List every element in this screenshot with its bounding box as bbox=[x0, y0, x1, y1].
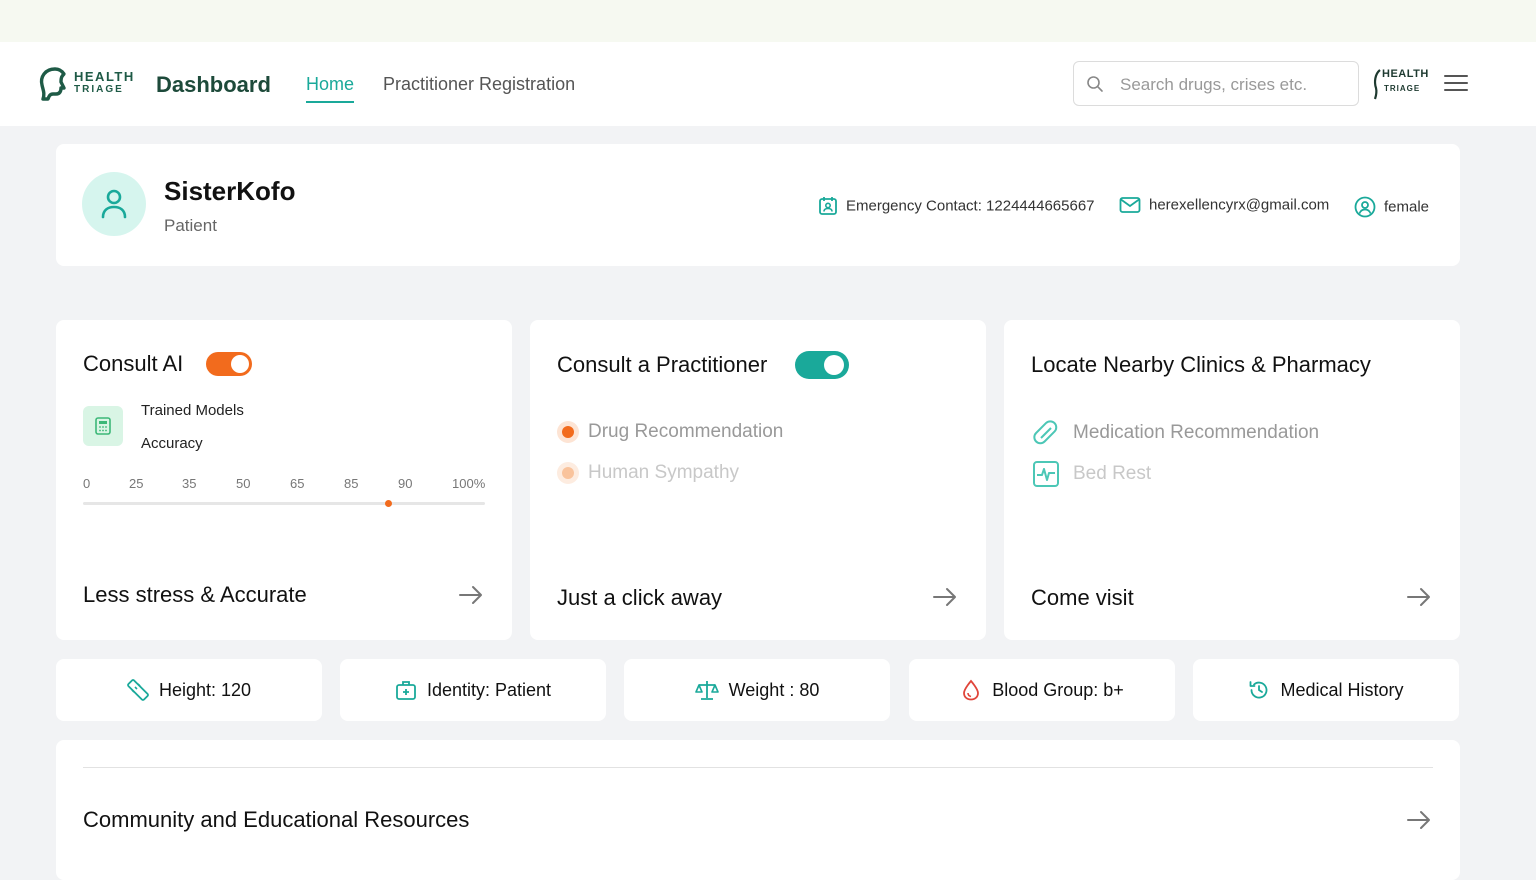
gender: female bbox=[1354, 196, 1429, 218]
email-text: herexellencyrx@gmail.com bbox=[1149, 196, 1330, 214]
consult-practitioner-footer: Just a click away bbox=[557, 585, 723, 610]
nav-link-practitioner-registration[interactable]: Practitioner Registration bbox=[383, 74, 575, 95]
option-label: Drug Recommendation bbox=[588, 421, 784, 442]
ruler-icon bbox=[127, 679, 149, 701]
consult-practitioner-card[interactable]: Consult a Practitioner Drug Recommendati… bbox=[530, 320, 986, 640]
logo-text-health: HEALTH bbox=[74, 69, 135, 84]
scale-icon bbox=[694, 681, 719, 700]
option-label: Human Sympathy bbox=[588, 462, 740, 483]
logo-head-icon bbox=[39, 67, 66, 101]
accuracy-slider[interactable] bbox=[83, 500, 485, 507]
stat-blood-group[interactable]: Blood Group: b+ bbox=[909, 659, 1175, 721]
arrow-right-icon[interactable] bbox=[458, 585, 484, 605]
profile-role: Patient bbox=[164, 216, 217, 235]
option-human-sympathy[interactable]: Human Sympathy bbox=[557, 462, 739, 484]
accuracy-label: Accuracy bbox=[141, 435, 203, 452]
search-icon bbox=[1087, 76, 1103, 92]
locate-clinics-footer: Come visit bbox=[1031, 585, 1134, 610]
scale-tick: 50 bbox=[236, 476, 251, 491]
menu-icon[interactable] bbox=[1444, 75, 1468, 93]
scale-tick: 100% bbox=[452, 476, 486, 491]
consult-practitioner-title: Consult a Practitioner bbox=[557, 352, 768, 377]
accuracy-scale: 0 25 35 50 65 85 90 100% bbox=[83, 476, 485, 494]
logo[interactable]: HEALTH TRIAGE bbox=[38, 66, 138, 102]
pill-icon bbox=[1033, 420, 1058, 445]
arrow-right-icon[interactable] bbox=[1406, 810, 1432, 830]
stat-height[interactable]: Height: 120 bbox=[56, 659, 322, 721]
mini-logo-text-health: HEALTH bbox=[1382, 68, 1429, 80]
scale-tick: 25 bbox=[129, 476, 144, 491]
mini-logo-text-triage: TRIAGE bbox=[1384, 84, 1421, 93]
consult-practitioner-toggle[interactable] bbox=[795, 351, 849, 379]
locate-clinics-title: Locate Nearby Clinics & Pharmacy bbox=[1031, 352, 1371, 377]
consult-ai-title: Consult AI bbox=[83, 351, 184, 376]
stat-height-text: Height: 120 bbox=[158, 679, 252, 700]
option-bed-rest[interactable]: Bed Rest bbox=[1031, 459, 1151, 489]
heart-pulse-icon bbox=[1033, 461, 1059, 487]
logo-text-triage: TRIAGE bbox=[74, 84, 124, 95]
stat-identity-text: Identity: Patient bbox=[426, 679, 552, 700]
user-icon bbox=[101, 189, 127, 219]
stat-identity[interactable]: Identity: Patient bbox=[340, 659, 606, 721]
history-icon bbox=[1250, 681, 1268, 699]
contact-card-icon bbox=[819, 197, 837, 215]
locate-clinics-card[interactable]: Locate Nearby Clinics & Pharmacy Medicat… bbox=[1004, 320, 1460, 640]
search-box[interactable] bbox=[1073, 61, 1359, 106]
arrow-right-icon[interactable] bbox=[932, 587, 958, 607]
scale-tick: 90 bbox=[398, 476, 413, 491]
option-label: Medication Recommendation bbox=[1073, 422, 1320, 443]
scale-tick: 0 bbox=[83, 476, 91, 491]
option-medication-recommendation[interactable]: Medication Recommendation bbox=[1031, 418, 1319, 448]
scale-tick: 65 bbox=[290, 476, 305, 491]
stat-blood-group-text: Blood Group: b+ bbox=[992, 679, 1124, 700]
trained-models-badge bbox=[83, 406, 123, 446]
email: herexellencyrx@gmail.com bbox=[1119, 196, 1329, 214]
mini-logo[interactable]: HEALTH TRIAGE bbox=[1372, 64, 1428, 102]
community-resources-card[interactable]: Community and Educational Resources bbox=[56, 740, 1460, 880]
nav-link-home[interactable]: Home bbox=[306, 74, 355, 103]
stat-weight-text: Weight : 80 bbox=[728, 679, 820, 700]
scale-tick: 85 bbox=[344, 476, 359, 491]
navbar: HEALTH TRIAGE Dashboard Home Practitione… bbox=[0, 42, 1536, 126]
profile-name: SisterKofo bbox=[164, 176, 296, 206]
divider bbox=[83, 767, 1433, 768]
profile-card: SisterKofo Patient Emergency Contact: 12… bbox=[56, 144, 1460, 266]
emergency-contact-text: Emergency Contact: 1224444665667 bbox=[846, 197, 1095, 215]
top-strip bbox=[0, 0, 1536, 42]
calculator-icon bbox=[95, 417, 111, 435]
blood-drop-icon bbox=[963, 679, 980, 701]
arrow-right-icon[interactable] bbox=[1406, 587, 1432, 607]
gender-text: female bbox=[1384, 198, 1430, 216]
accuracy-slider-handle[interactable] bbox=[385, 500, 393, 507]
medical-bag-icon bbox=[396, 681, 416, 700]
community-resources-title: Community and Educational Resources bbox=[83, 807, 470, 832]
consult-ai-toggle[interactable] bbox=[206, 352, 252, 376]
stat-medical-history[interactable]: Medical History bbox=[1193, 659, 1459, 721]
trained-models-label: Trained Models bbox=[141, 402, 244, 419]
emergency-contact: Emergency Contact: 1224444665667 bbox=[818, 196, 1095, 216]
consult-ai-footer: Less stress & Accurate bbox=[83, 582, 307, 607]
user-circle-icon bbox=[1354, 196, 1376, 218]
stat-weight[interactable]: Weight : 80 bbox=[624, 659, 890, 721]
avatar bbox=[82, 172, 146, 236]
search-input[interactable] bbox=[1118, 72, 1352, 98]
mail-icon bbox=[1119, 197, 1141, 213]
scale-tick: 35 bbox=[182, 476, 197, 491]
consult-ai-card[interactable]: Consult AI Trained Models Accuracy 0 25 … bbox=[56, 320, 512, 640]
page-title: Dashboard bbox=[156, 72, 271, 97]
stat-medical-history-text: Medical History bbox=[1280, 679, 1404, 700]
option-label: Bed Rest bbox=[1073, 463, 1152, 484]
option-drug-recommendation[interactable]: Drug Recommendation bbox=[557, 421, 783, 443]
